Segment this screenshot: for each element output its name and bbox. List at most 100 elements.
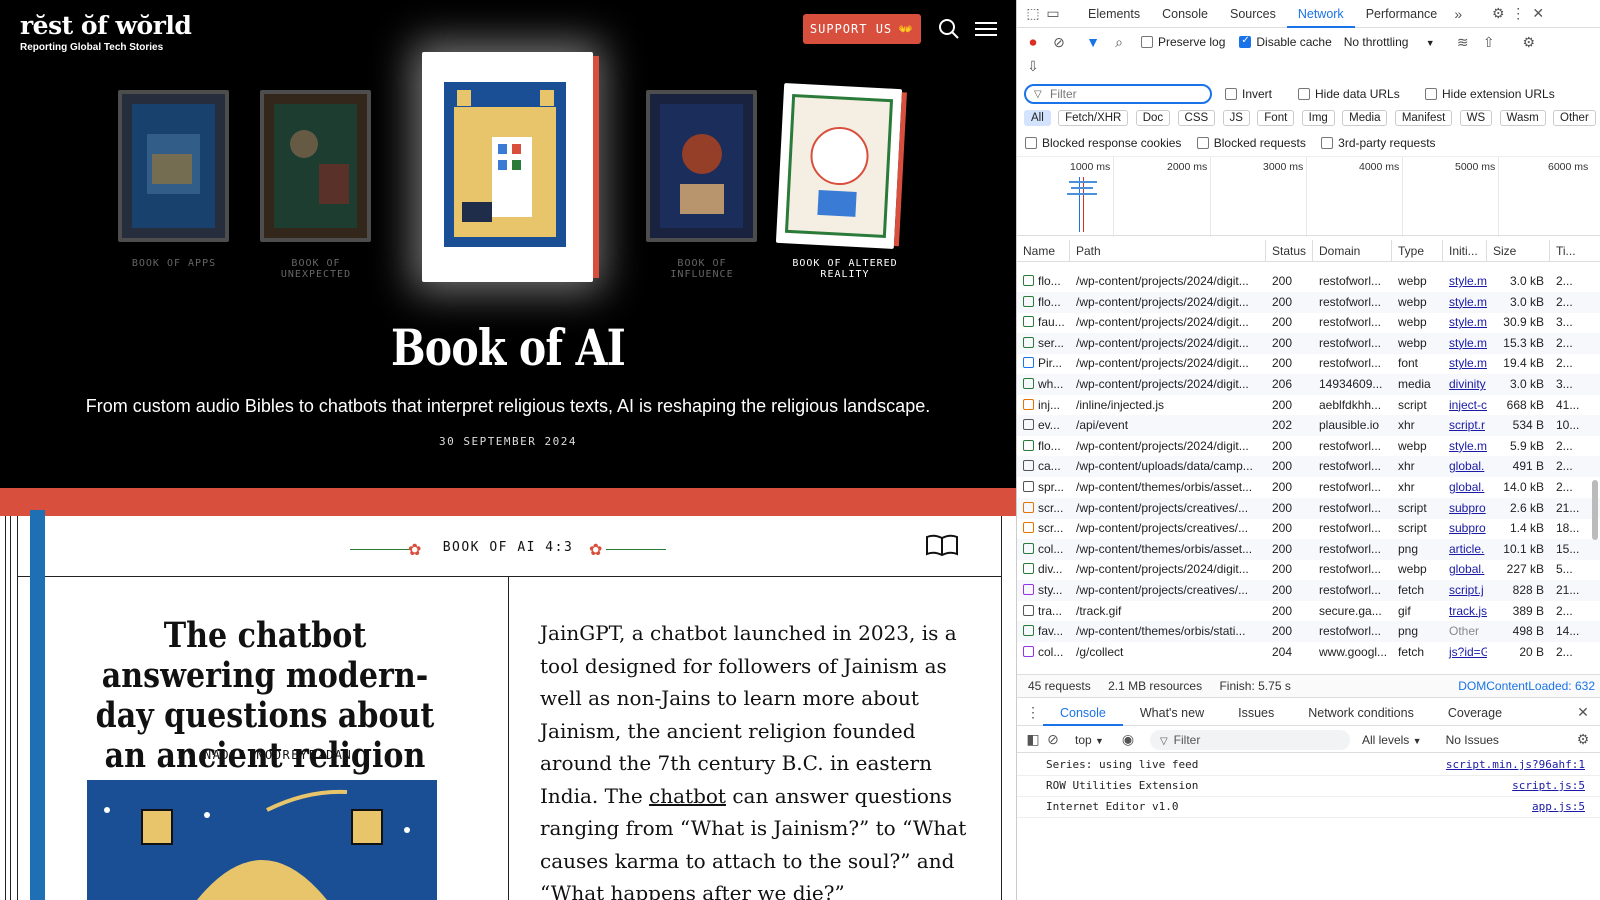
col-path[interactable]: Path: [1070, 240, 1266, 262]
request-row[interactable]: sty... /wp-content/projects/creatives/...…: [1017, 580, 1600, 601]
type-chip-css[interactable]: CSS: [1177, 110, 1216, 126]
request-row[interactable]: spr... /wp-content/themes/orbis/asset... 2…: [1017, 477, 1600, 498]
console-source-link[interactable]: script.js:5: [1512, 776, 1585, 796]
search-icon[interactable]: [936, 16, 962, 42]
cell-init[interactable]: global.: [1443, 456, 1487, 477]
cell-init[interactable]: js?id=G: [1443, 642, 1487, 663]
open-book-icon[interactable]: [925, 533, 959, 562]
drawer-tab-coverage[interactable]: Coverage: [1431, 700, 1519, 726]
type-chip-other[interactable]: Other: [1553, 110, 1596, 126]
type-chip-all[interactable]: All: [1024, 110, 1051, 126]
request-row[interactable]: flo... /wp-content/projects/2024/digit...…: [1017, 271, 1600, 292]
type-chip-media[interactable]: Media: [1342, 110, 1388, 126]
network-overview-timeline[interactable]: 1000 ms 2000 ms 3000 ms 4000 ms 5000 ms …: [1017, 156, 1600, 237]
support-us-button[interactable]: SUPPORT US 👐: [803, 14, 921, 44]
request-row[interactable]: col... /wp-content/themes/orbis/asset... 2…: [1017, 538, 1600, 560]
drawer-tab-issues[interactable]: Issues: [1221, 700, 1291, 726]
site-logo[interactable]: rĕst ŏf wŏrld Reporting Global Tech Stor…: [20, 12, 192, 54]
type-chip-font[interactable]: Font: [1257, 110, 1295, 126]
drawer-tab-whats-new[interactable]: What's new: [1123, 700, 1221, 726]
drawer-menu-icon[interactable]: ⋮: [1023, 703, 1043, 723]
console-filter-input[interactable]: ▽ Filter: [1149, 729, 1350, 750]
type-chip-fetch-xhr[interactable]: Fetch/XHR: [1058, 110, 1129, 126]
type-chip-doc[interactable]: Doc: [1135, 110, 1171, 126]
type-chip-wasm[interactable]: Wasm: [1499, 110, 1546, 126]
hide-extension-urls-checkbox[interactable]: Hide extension URLs: [1425, 87, 1555, 101]
col-name[interactable]: Name: [1017, 240, 1070, 262]
request-row[interactable]: fav... /wp-content/themes/orbis/stati... 2…: [1017, 621, 1600, 643]
console-source-link[interactable]: app.js:5: [1532, 797, 1585, 817]
request-row[interactable]: Pir... /wp-content/projects/2024/digit...…: [1017, 353, 1600, 374]
cell-init[interactable]: inject-c: [1443, 395, 1487, 416]
console-settings-icon[interactable]: ⚙: [1573, 730, 1593, 750]
col-initiator[interactable]: Initi...: [1443, 240, 1487, 262]
console-source-link[interactable]: script.min.js?96ahf:1: [1446, 755, 1585, 775]
filter-funnel-icon[interactable]: ▼: [1083, 32, 1103, 52]
disable-cache-checkbox[interactable]: Disable cache: [1239, 35, 1332, 49]
console-sidebar-icon[interactable]: ◧: [1023, 730, 1043, 750]
cell-init[interactable]: track.js: [1443, 601, 1487, 622]
tab-console[interactable]: Console: [1151, 0, 1219, 28]
book-of-unexpected-cover[interactable]: [260, 90, 371, 242]
request-row[interactable]: ser... /wp-content/projects/2024/digit...…: [1017, 332, 1600, 354]
request-row[interactable]: scr... /wp-content/projects/creatives/...…: [1017, 497, 1600, 519]
inspect-element-icon[interactable]: ⬚: [1023, 4, 1043, 24]
request-row[interactable]: div... /wp-content/projects/2024/digit...…: [1017, 559, 1600, 580]
console-clear-icon[interactable]: ⊘: [1043, 730, 1063, 750]
cell-init[interactable]: global.: [1443, 477, 1487, 498]
menu-icon[interactable]: [973, 16, 999, 42]
type-chip-manifest[interactable]: Manifest: [1394, 110, 1453, 126]
request-row[interactable]: ev... /api/event 202 plausible.io xhr script.…: [1017, 415, 1600, 437]
request-row[interactable]: wh... /wp-content/projects/2024/digit... 2…: [1017, 374, 1600, 395]
issues-counter[interactable]: No Issues: [1446, 733, 1499, 747]
book-of-influence-cover[interactable]: [646, 90, 757, 242]
close-drawer-icon[interactable]: ✕: [1573, 703, 1593, 723]
cell-init[interactable]: script.j: [1443, 580, 1487, 601]
cell-init[interactable]: style.m: [1443, 436, 1487, 457]
request-row[interactable]: inj... /inline/injected.js 200 aeblfdkhh...…: [1017, 395, 1600, 416]
request-list-scrollbar[interactable]: [1592, 480, 1598, 540]
context-select[interactable]: top ▼: [1075, 733, 1104, 747]
cell-init[interactable]: style.m: [1443, 292, 1487, 313]
live-expression-eye-icon[interactable]: ◉: [1118, 730, 1138, 750]
type-chip-js[interactable]: JS: [1222, 110, 1250, 126]
throttling-select[interactable]: No throttling ▼: [1344, 35, 1435, 49]
third-party-checkbox[interactable]: 3rd-party requests: [1321, 136, 1436, 150]
device-toolbar-icon[interactable]: ▭: [1043, 4, 1063, 24]
more-tabs-icon[interactable]: »: [1448, 4, 1468, 24]
drawer-tab-console[interactable]: Console: [1043, 700, 1123, 726]
col-size[interactable]: Size: [1487, 240, 1550, 262]
close-devtools-icon[interactable]: ✕: [1528, 4, 1548, 24]
preserve-log-checkbox[interactable]: Preserve log: [1141, 35, 1225, 49]
cell-init[interactable]: divinity: [1443, 374, 1487, 395]
tab-performance[interactable]: Performance: [1355, 0, 1449, 28]
cell-init[interactable]: style.m: [1443, 312, 1487, 333]
import-har-icon[interactable]: ⇧: [1479, 32, 1499, 52]
book-of-ai-cover[interactable]: [422, 52, 599, 282]
blocked-requests-checkbox[interactable]: Blocked requests: [1196, 136, 1306, 150]
clear-icon[interactable]: ⊘: [1049, 32, 1069, 52]
invert-checkbox[interactable]: Invert: [1225, 87, 1272, 101]
blocked-cookies-checkbox[interactable]: Blocked response cookies: [1025, 136, 1181, 150]
book-of-apps-cover[interactable]: [118, 90, 229, 242]
cell-init[interactable]: style.m: [1443, 333, 1487, 354]
col-status[interactable]: Status: [1266, 240, 1313, 262]
record-stop-icon[interactable]: ⏺: [1023, 32, 1043, 52]
network-filter-input[interactable]: ▽ Filter: [1024, 84, 1212, 104]
request-row[interactable]: fau... /wp-content/projects/2024/digit...…: [1017, 312, 1600, 333]
type-chip-ws[interactable]: WS: [1459, 110, 1493, 126]
request-row[interactable]: tra... /track.gif 200 secure.ga... gif track.…: [1017, 601, 1600, 622]
tab-elements[interactable]: Elements: [1077, 0, 1151, 28]
request-row[interactable]: scr... /wp-content/projects/creatives/...…: [1017, 518, 1600, 539]
log-levels-select[interactable]: All levels ▼: [1362, 733, 1422, 747]
col-domain[interactable]: Domain: [1313, 240, 1392, 262]
export-har-icon[interactable]: ⇩: [1023, 56, 1043, 76]
cell-init[interactable]: subpro: [1443, 498, 1487, 519]
tab-sources[interactable]: Sources: [1219, 0, 1287, 28]
request-row[interactable]: ca... /wp-content/uploads/data/camp... 200…: [1017, 456, 1600, 478]
network-settings-icon[interactable]: ⚙: [1519, 32, 1539, 52]
cell-init[interactable]: global.: [1443, 559, 1487, 580]
book-of-altered-reality-cover[interactable]: [775, 83, 907, 249]
cell-init[interactable]: Other: [1443, 621, 1487, 642]
tab-network[interactable]: Network: [1286, 0, 1355, 28]
